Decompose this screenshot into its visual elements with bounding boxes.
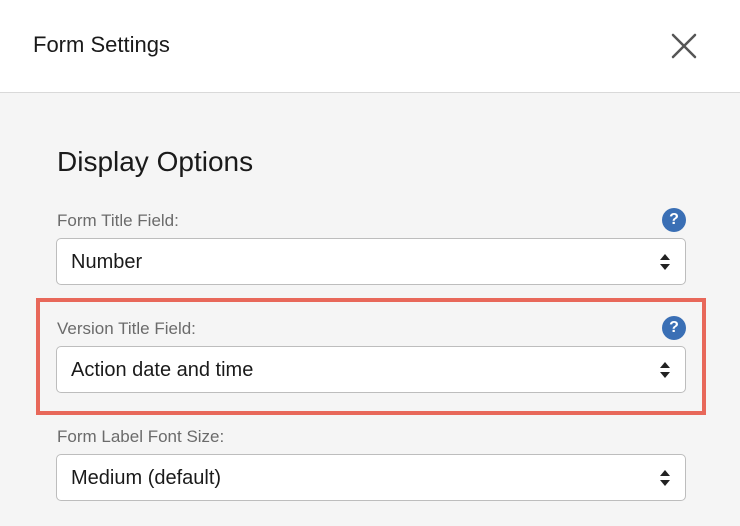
select-arrows-icon (660, 254, 670, 270)
select-arrows-icon (660, 470, 670, 486)
form-title-field-select[interactable]: Number (56, 238, 686, 285)
form-label-font-size-label: Form Label Font Size: (57, 427, 225, 446)
version-title-field-select[interactable]: Action date and time (56, 346, 686, 393)
section-title: Display Options (57, 146, 254, 177)
form-title-field-help-icon[interactable]: ? (662, 208, 686, 232)
dialog-header: Form Settings (0, 0, 740, 93)
form-label-font-size-select[interactable]: Medium (default) (56, 454, 686, 501)
form-label-font-size-value: Medium (default) (71, 467, 222, 489)
dialog-title: Form Settings (33, 32, 170, 57)
form-title-field-value: Number (71, 251, 143, 273)
version-title-field-value: Action date and time (71, 359, 254, 381)
version-title-field-help-icon[interactable]: ? (662, 316, 686, 340)
form-title-field-label: Form Title Field: (57, 211, 179, 230)
close-icon (671, 33, 697, 59)
version-title-field-label: Version Title Field: (57, 319, 196, 338)
close-button[interactable] (664, 26, 704, 66)
select-arrows-icon (660, 362, 670, 378)
